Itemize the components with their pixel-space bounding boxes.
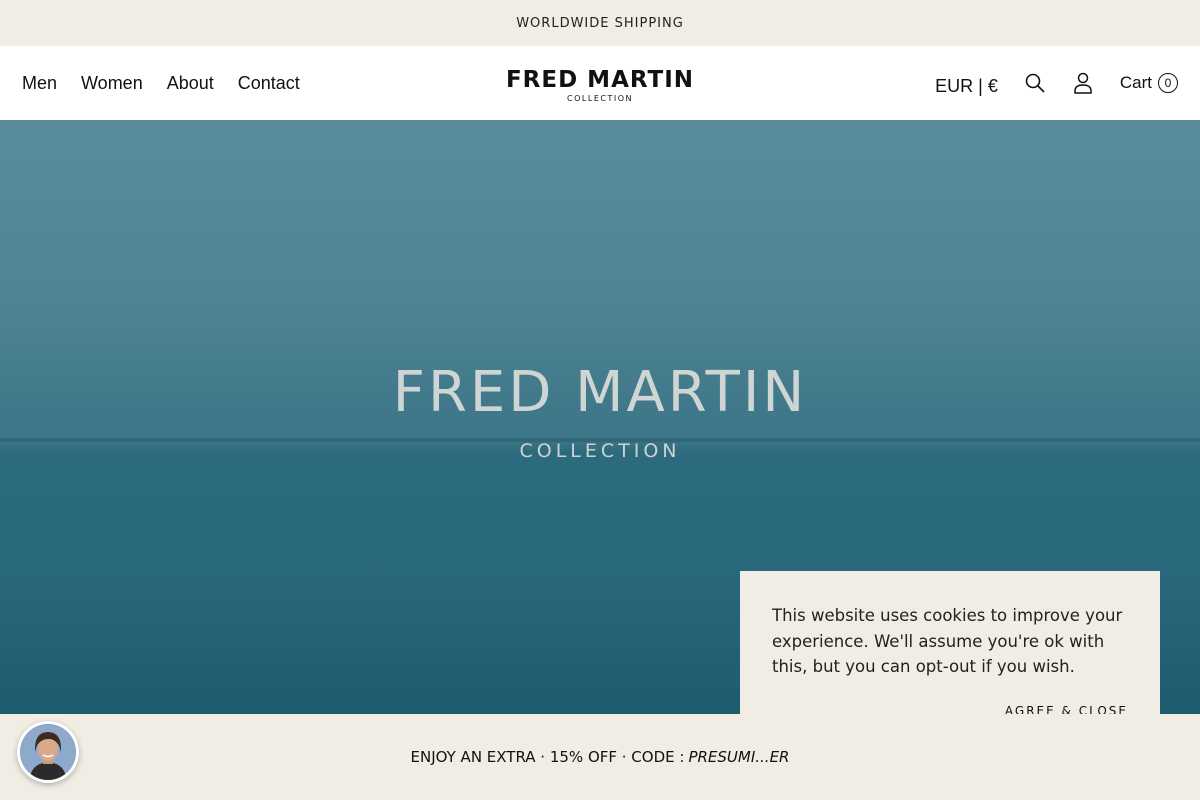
hero-subtitle: COLLECTION: [519, 440, 681, 462]
cookie-banner: This website uses cookies to improve you…: [740, 571, 1160, 731]
announcement-text: WORLDWIDE SHIPPING: [516, 15, 684, 31]
nav-women[interactable]: Women: [81, 73, 143, 94]
promo-bar: ENJOY AN EXTRA · 15% OFF · CODE : PRESUM…: [0, 714, 1200, 800]
user-icon[interactable]: [1072, 72, 1094, 94]
chat-agent-avatar[interactable]: [17, 721, 79, 783]
promo-text: ENJOY AN EXTRA · 15% OFF · CODE :: [410, 748, 685, 766]
logo-title: FRED MARTIN: [505, 67, 695, 93]
cart-count-badge: 0: [1158, 73, 1178, 93]
site-header: Men Women About Contact FRED MARTIN COLL…: [0, 46, 1200, 120]
header-actions: EUR | € Cart 0: [935, 46, 1178, 120]
promo-code: PRESUMI...ER: [688, 748, 790, 766]
site-logo[interactable]: FRED MARTIN COLLECTION: [500, 68, 700, 103]
nav-about[interactable]: About: [167, 73, 214, 94]
currency-selector[interactable]: EUR | €: [935, 76, 998, 97]
announcement-bar: WORLDWIDE SHIPPING: [0, 0, 1200, 46]
cart-button[interactable]: Cart 0: [1120, 73, 1178, 93]
avatar-photo: [20, 724, 76, 780]
nav-contact[interactable]: Contact: [238, 73, 300, 94]
nav-men[interactable]: Men: [22, 73, 57, 94]
cookie-message: This website uses cookies to improve you…: [772, 606, 1123, 676]
hero-logo: FRED MARTIN COLLECTION: [0, 360, 1200, 462]
logo-subtitle: COLLECTION: [567, 94, 633, 103]
search-icon[interactable]: [1024, 72, 1046, 94]
main-nav: Men Women About Contact: [22, 46, 300, 120]
cart-label: Cart: [1119, 73, 1152, 92]
hero-title: FRED MARTIN: [392, 360, 808, 425]
